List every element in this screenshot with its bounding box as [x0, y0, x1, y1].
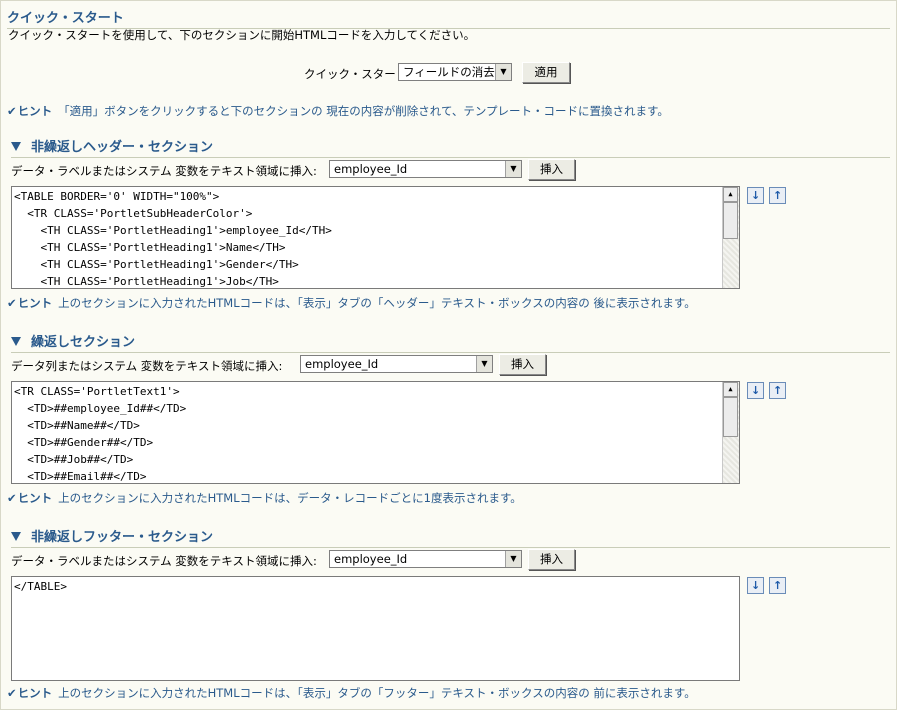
footer-insert-button[interactable]: 挿入: [528, 549, 575, 570]
expand-down-icon[interactable]: ↓: [747, 187, 764, 204]
footer-insert-label: データ・ラベルまたはシステム 変数をテキスト領域に挿入:: [11, 554, 317, 568]
hint-check-icon: ✔: [7, 104, 17, 118]
chevron-down-icon: ▼: [505, 161, 521, 177]
repeat-section-title: 繰返しセクション: [11, 331, 890, 353]
header-hint: ✔ヒント 上のセクションに入力されたHTMLコードは、「表示」タブの「ヘッダー」テ…: [7, 296, 696, 310]
repeat-insert-label: データ列またはシステム 変数をテキスト領域に挿入:: [11, 359, 283, 373]
quick-start-hint: ✔ヒント 「適用」ボタンをクリックすると下のセクションの 現在の内容が削除されて、…: [7, 104, 669, 118]
quick-start-title: クイック・スタート: [7, 7, 890, 29]
hint-check-icon: ✔: [7, 686, 17, 700]
repeat-insert-select[interactable]: employee_Id ▼: [300, 355, 493, 373]
quick-start-select-label: クイック・スタート: [304, 67, 408, 81]
repeat-code-textarea[interactable]: <TR CLASS='PortletText1'> <TD>##employee…: [11, 381, 740, 484]
header-insert-label: データ・ラベルまたはシステム 変数をテキスト領域に挿入:: [11, 164, 317, 178]
footer-hint: ✔ヒント 上のセクションに入力されたHTMLコードは、「表示」タブの「フッター」テ…: [7, 686, 696, 700]
section-triangle-icon: [11, 142, 21, 151]
quick-start-select[interactable]: フィールドの消去 ▼: [398, 63, 512, 81]
scroll-up-icon[interactable]: ▲: [723, 382, 738, 397]
collapse-up-icon[interactable]: ↑: [769, 187, 786, 204]
chevron-down-icon: ▼: [495, 64, 511, 80]
repeat-insert-button[interactable]: 挿入: [499, 354, 546, 375]
repeat-scrollbar[interactable]: ▲: [722, 382, 739, 483]
header-scrollbar[interactable]: ▲: [722, 187, 739, 288]
apply-button[interactable]: 適用: [522, 62, 570, 83]
scroll-thumb[interactable]: [723, 397, 738, 437]
chevron-down-icon: ▼: [476, 356, 492, 372]
footer-code-textarea[interactable]: </TABLE>: [11, 576, 740, 681]
section-triangle-icon: [11, 532, 21, 541]
footer-insert-select[interactable]: employee_Id ▼: [329, 550, 522, 568]
collapse-up-icon[interactable]: ↑: [769, 577, 786, 594]
hint-check-icon: ✔: [7, 296, 17, 310]
scroll-up-icon[interactable]: ▲: [723, 187, 738, 202]
repeat-hint: ✔ヒント 上のセクションに入力されたHTMLコードは、データ・レコードごとに1度表…: [7, 491, 522, 505]
header-insert-select[interactable]: employee_Id ▼: [329, 160, 522, 178]
hint-check-icon: ✔: [7, 491, 17, 505]
footer-section-title: 非繰返しフッター・セクション: [11, 526, 890, 548]
chevron-down-icon: ▼: [505, 551, 521, 567]
header-code-textarea[interactable]: <TABLE BORDER='0' WIDTH="100%"> <TR CLAS…: [11, 186, 740, 289]
expand-down-icon[interactable]: ↓: [747, 382, 764, 399]
quick-start-description: クイック・スタートを使用して、下のセクションに開始HTMLコードを入力してくださ…: [8, 28, 476, 42]
header-section-title: 非繰返しヘッダー・セクション: [11, 136, 890, 158]
scroll-thumb[interactable]: [723, 202, 738, 239]
collapse-up-icon[interactable]: ↑: [769, 382, 786, 399]
expand-down-icon[interactable]: ↓: [747, 577, 764, 594]
section-triangle-icon: [11, 337, 21, 346]
header-insert-button[interactable]: 挿入: [528, 159, 575, 180]
